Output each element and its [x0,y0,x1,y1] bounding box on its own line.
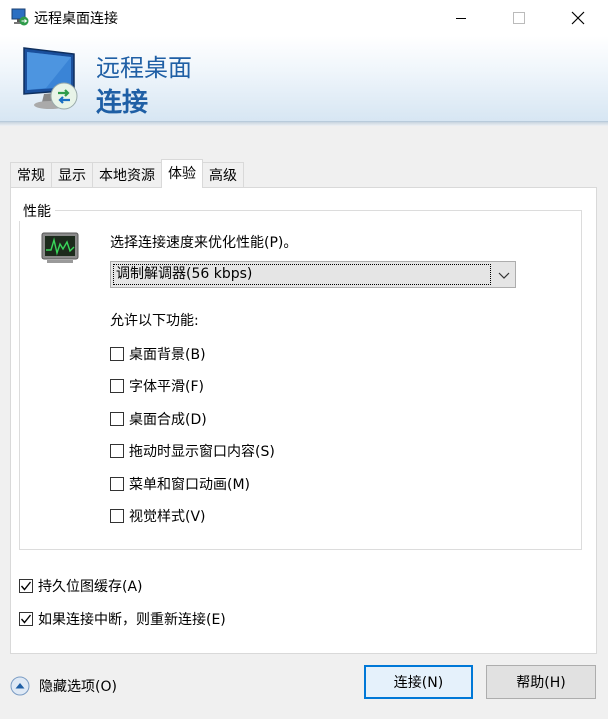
chevron-down-icon [498,272,510,279]
feature-desktop-composition[interactable]: 桌面合成(D) [110,410,207,428]
checkmark-icon [20,581,32,591]
tab-local-resources[interactable]: 本地资源 [92,162,162,188]
feature-show-window-contents[interactable]: 拖动时显示窗口内容(S) [110,442,275,460]
allow-features-label: 允许以下功能: [110,313,199,329]
close-icon [571,11,585,25]
tab-general[interactable]: 常规 [10,162,52,188]
checkbox[interactable] [110,509,124,523]
connection-speed-label: 选择连接速度来优化性能(P)。 [110,235,298,251]
banner-title-line2: 连接 [96,88,149,118]
feature-menu-animation[interactable]: 菜单和窗口动画(M) [110,475,250,493]
feature-label: 桌面背景(B) [129,347,206,363]
checkbox-checked[interactable] [19,579,33,593]
feature-label: 视觉样式(V) [129,509,206,525]
feature-label: 菜单和窗口动画(M) [129,477,251,493]
tab-strip: 常规 显示 本地资源 体验 高级 [10,159,244,188]
feature-label: 字体平滑(F) [129,379,204,395]
minimize-icon [456,18,466,19]
feature-font-smoothing[interactable]: 字体平滑(F) [110,377,204,395]
connect-button[interactable]: 连接(N) [364,665,473,699]
remote-desktop-monitor-icon [23,47,78,110]
window-title: 远程桌面连接 [34,11,118,27]
banner-title-line1: 远程桌面 [96,54,192,82]
feature-label: 桌面合成(D) [129,412,207,428]
checkbox-checked[interactable] [19,612,33,626]
option-label: 如果连接中断，则重新连接(E) [38,612,226,628]
maximize-icon [513,12,525,24]
performance-group-label: 性能 [19,201,55,221]
help-button[interactable]: 帮助(H) [486,665,596,699]
option-label: 持久位图缓存(A) [38,579,143,595]
tab-advanced[interactable]: 高级 [202,162,244,188]
minimize-button[interactable] [438,0,484,36]
option-reconnect-if-dropped[interactable]: 如果连接中断，则重新连接(E) [19,610,226,628]
tab-experience[interactable]: 体验 [161,159,203,188]
checkbox[interactable] [110,347,124,361]
checkmark-icon [20,614,32,624]
hide-options-toggle[interactable]: 隐藏选项(O) [10,676,117,696]
header-banner: 远程桌面 连接 [0,36,608,122]
option-persistent-bitmap-caching[interactable]: 持久位图缓存(A) [19,577,143,595]
remote-desktop-icon [11,8,29,26]
checkbox[interactable] [110,379,124,393]
maximize-button[interactable] [496,0,542,36]
close-button[interactable] [555,0,601,36]
tab-display[interactable]: 显示 [51,162,93,188]
feature-label: 拖动时显示窗口内容(S) [129,444,275,460]
connection-speed-select[interactable]: 调制解调器(56 kbps) [110,261,516,288]
hide-options-label: 隐藏选项(O) [39,679,117,695]
connection-speed-value: 调制解调器(56 kbps) [113,264,491,285]
performance-monitor-icon [41,232,79,263]
checkbox[interactable] [110,412,124,426]
checkbox[interactable] [110,444,124,458]
experience-panel: 性能 选择连接速度来优化性能(P)。 调制解调器(56 kbps) 允许以下功能… [10,187,597,654]
feature-desktop-background[interactable]: 桌面背景(B) [110,345,206,363]
banner-divider [0,122,608,126]
checkbox[interactable] [110,477,124,491]
feature-visual-styles[interactable]: 视觉样式(V) [110,507,206,525]
chevron-up-icon [10,676,30,696]
title-bar: 远程桌面连接 [0,0,608,36]
